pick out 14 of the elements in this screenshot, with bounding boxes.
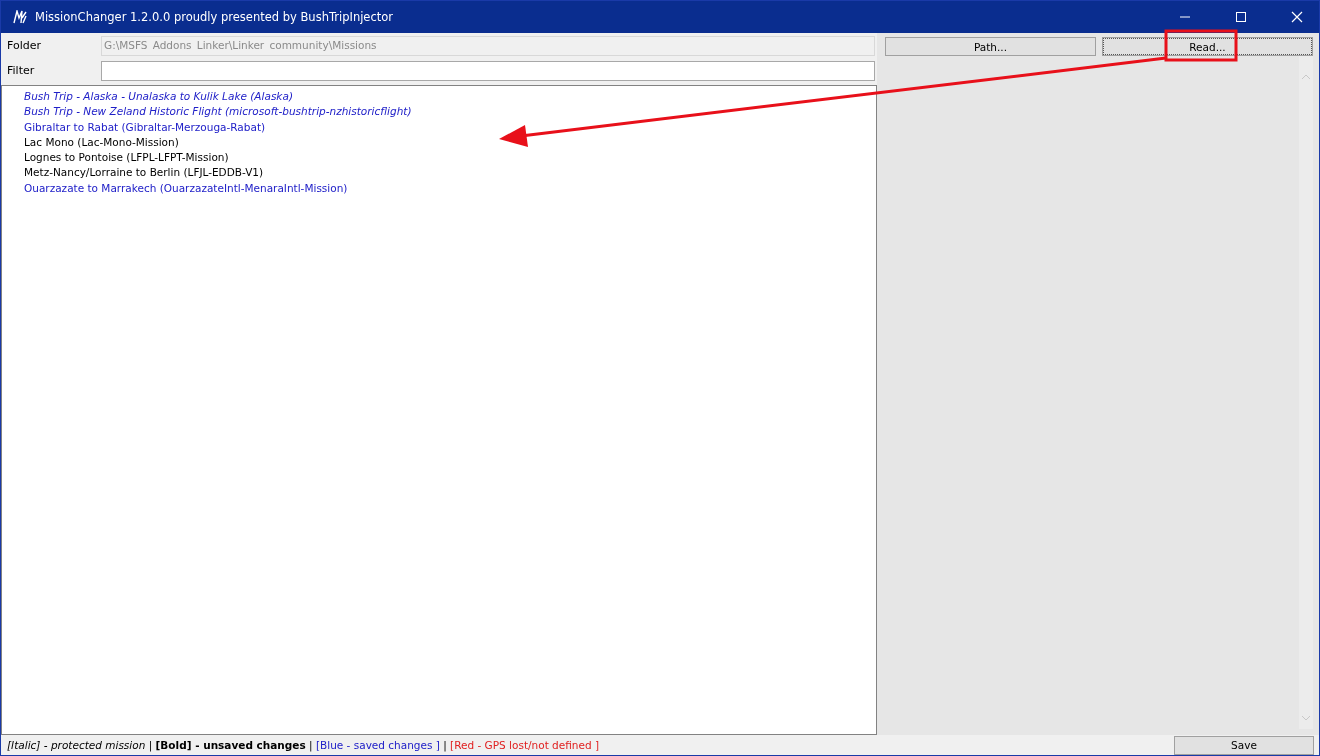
mission-item[interactable]: Metz-Nancy/Lorraine to Berlin (LFJL-EDDB-V1) <box>24 165 854 181</box>
read-button[interactable]: Read... <box>1102 37 1313 56</box>
legend-text: [Italic] - protected mission | [Bold] - unsaved changes | [Blue - saved changes ] | [Red - GPS lost/not defined ] <box>7 739 600 751</box>
mission-item[interactable]: Bush Trip - Alaska - Unalaska to Kulik Lake (Alaska) <box>24 89 854 105</box>
mission-item[interactable]: Lac Mono (Lac-Mono-Mission) <box>24 134 854 151</box>
mission-item[interactable]: Lognes to Pontoise (LFPL-LFPT-Mission) <box>24 150 854 166</box>
folder-label: Folder <box>7 39 42 52</box>
window-title: MissionChanger 1.2.0.0 proudly presented by BushTripInjector <box>35 10 394 24</box>
mission-item[interactable]: Gibraltar to Rabat (Gibraltar-Merzouga-Rabat) <box>24 119 854 135</box>
path-button[interactable]: Path... <box>885 37 1096 56</box>
save-button[interactable]: Save <box>1174 735 1314 755</box>
filter-label: Filter <box>7 64 36 77</box>
mission-item[interactable]: Ouarzazate to Marrakech (OuarzazateIntl-MenaraIntl-Mission) <box>24 180 854 197</box>
mission-item[interactable]: Bush Trip - New Zeland Historic Flight (microsoft-bushtrip-nzhistoricflight) <box>24 104 854 120</box>
